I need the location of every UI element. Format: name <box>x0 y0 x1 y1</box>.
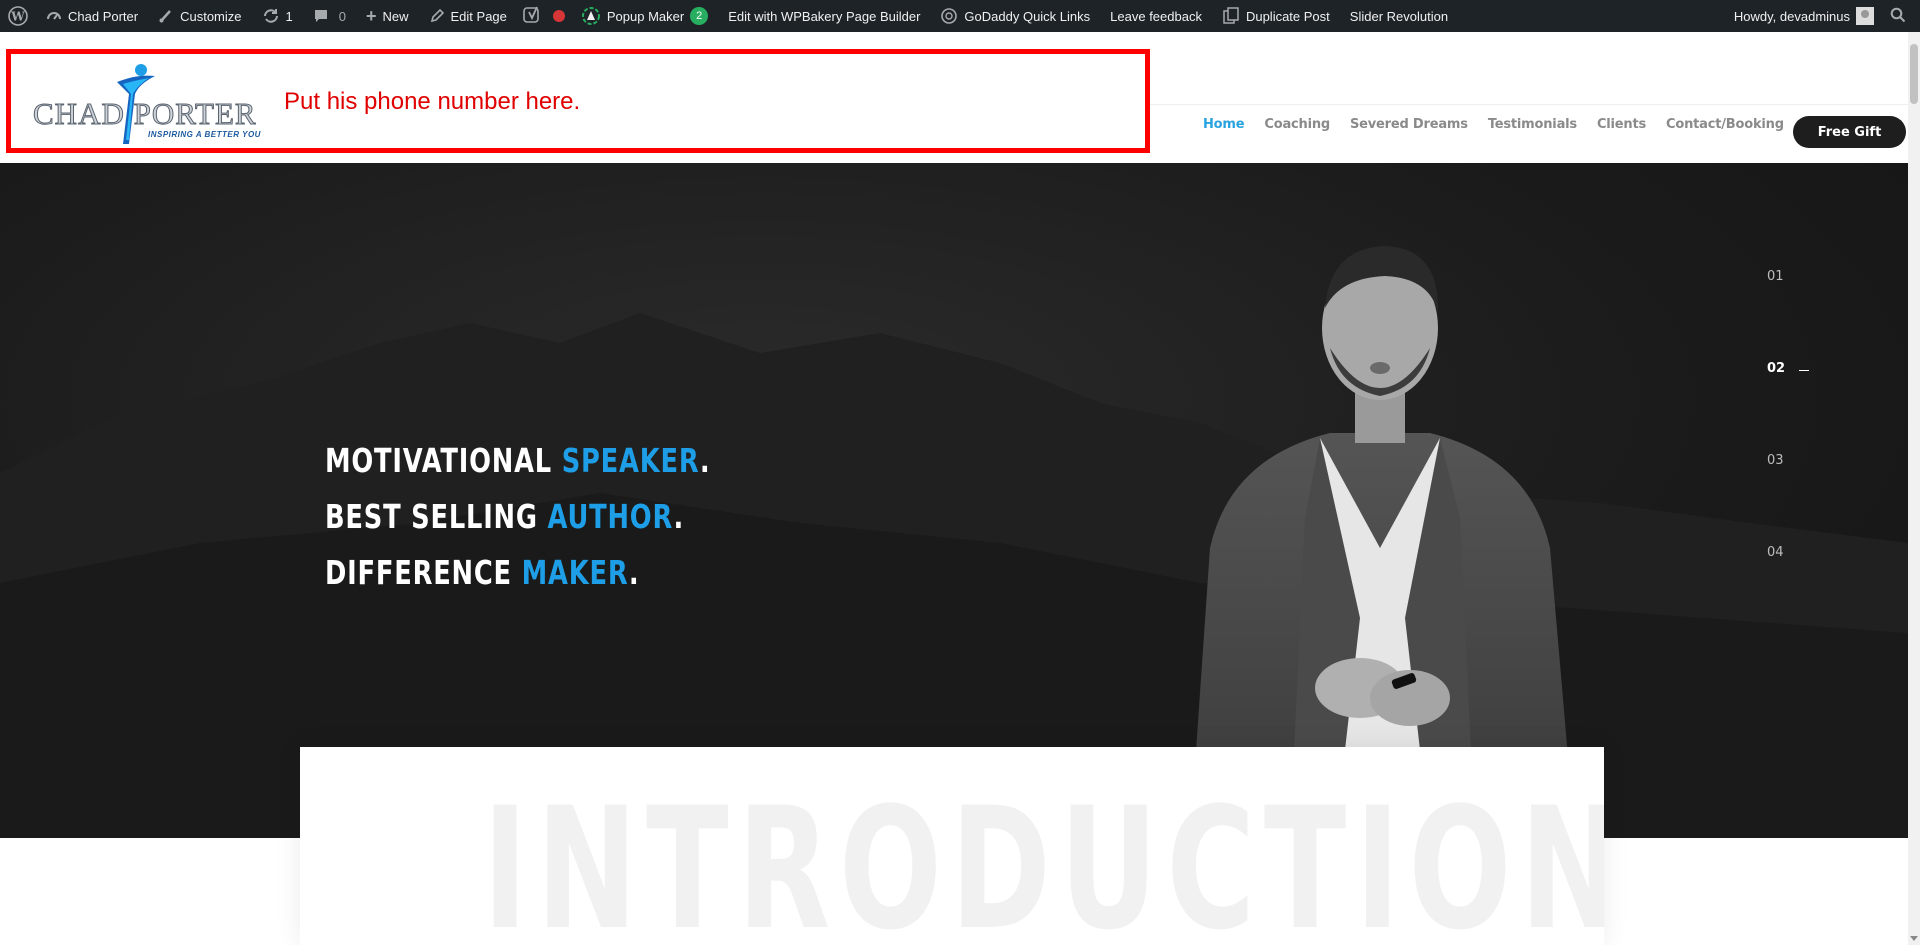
wpbakery-link[interactable]: Edit with WPBakery Page Builder <box>718 0 930 32</box>
edit-page-link[interactable]: Edit Page <box>419 0 517 32</box>
tagline-2-prefix: BEST SELLING <box>325 497 548 536</box>
tagline-1-accent: SPEAKER <box>561 441 700 480</box>
svg-text:W: W <box>10 10 25 24</box>
site-logo[interactable]: CHAD PORTER INSPIRING A BETTER YOU <box>23 60 273 150</box>
wp-admin-bar: W Chad Porter Customize 1 0 + New Edit P… <box>0 0 1920 32</box>
godaddy-menu[interactable]: GoDaddy Quick Links <box>930 0 1100 32</box>
search-icon <box>1890 7 1906 26</box>
new-content-link[interactable]: + New <box>356 0 419 32</box>
hero-tagline-2: BEST SELLING AUTHOR. <box>325 497 684 536</box>
nav-severed-dreams[interactable]: Severed Dreams <box>1350 117 1468 132</box>
slide-nav-02[interactable]: 02 <box>1767 361 1785 376</box>
site-name-menu[interactable]: Chad Porter <box>36 0 148 32</box>
godaddy-icon <box>940 7 958 25</box>
updates-count: 1 <box>285 8 293 24</box>
slide-nav-01[interactable]: 01 <box>1767 269 1784 284</box>
duplicate-icon <box>1222 7 1240 25</box>
logo-tagline: INSPIRING A BETTER YOU <box>148 130 261 139</box>
introduction-watermark: INTRODUCTION <box>482 771 1604 945</box>
tagline-2-suffix: . <box>673 497 685 536</box>
admin-search-button[interactable] <box>1884 0 1920 32</box>
yoast-menu[interactable] <box>517 0 547 32</box>
feedback-label: Leave feedback <box>1110 8 1202 24</box>
my-account-menu[interactable]: Howdy, devadminus <box>1724 0 1884 32</box>
wordpress-logo-icon[interactable]: W <box>0 0 36 32</box>
leave-feedback-link[interactable]: Leave feedback <box>1100 0 1212 32</box>
annotation-highlight-box: CHAD PORTER INSPIRING A BETTER YOU Put h… <box>6 49 1150 153</box>
yoast-icon <box>523 6 541 27</box>
hero-slider: MOTIVATIONAL SPEAKER. BEST SELLING AUTHO… <box>0 163 1908 838</box>
edit-page-label: Edit Page <box>450 8 507 24</box>
wpbakery-label: Edit with WPBakery Page Builder <box>728 8 921 24</box>
howdy-label: Howdy, devadminus <box>1733 8 1850 24</box>
tagline-1-suffix: . <box>699 441 711 480</box>
red-dot-icon <box>552 10 565 22</box>
avatar <box>1856 7 1874 25</box>
annotation-note: Put his phone number here. <box>284 88 581 115</box>
popup-maker-badge: 2 <box>690 7 709 25</box>
active-slide-indicator <box>1799 370 1809 371</box>
duplicate-post-link[interactable]: Duplicate Post <box>1212 0 1340 32</box>
status-dot[interactable] <box>547 0 571 32</box>
customize-label: Customize <box>180 8 242 24</box>
popup-maker-icon <box>581 6 601 26</box>
comments-count: 0 <box>338 8 346 24</box>
refresh-icon <box>262 8 280 24</box>
godaddy-label: GoDaddy Quick Links <box>964 8 1091 24</box>
customize-link[interactable]: Customize <box>148 0 251 32</box>
header-divider <box>1110 104 1908 105</box>
site-name-label: Chad Porter <box>68 8 139 24</box>
pencil-icon <box>429 8 445 24</box>
page-scrollbar[interactable] <box>1908 32 1920 945</box>
tagline-3-accent: MAKER <box>521 553 629 592</box>
introduction-card: INTRODUCTION <box>300 747 1604 945</box>
updates-link[interactable]: 1 <box>252 0 303 32</box>
hero-tagline-3: DIFFERENCE MAKER. <box>325 553 639 592</box>
nav-contact-booking[interactable]: Contact/Booking <box>1666 117 1784 132</box>
duplicate-label: Duplicate Post <box>1245 8 1330 24</box>
plus-icon: + <box>365 5 377 26</box>
mountain-background <box>0 313 1908 838</box>
slider-revolution-link[interactable]: Slider Revolution <box>1340 0 1458 32</box>
popup-maker-menu[interactable]: Popup Maker 2 <box>571 0 718 32</box>
comments-link[interactable]: 0 <box>303 0 356 32</box>
speaker-photo <box>1190 246 1575 838</box>
nav-testimonials[interactable]: Testimonials <box>1488 117 1577 132</box>
nav-clients[interactable]: Clients <box>1597 117 1646 132</box>
comment-icon <box>313 8 329 24</box>
popup-maker-label: Popup Maker <box>606 8 685 24</box>
new-label: New <box>382 8 409 24</box>
slider-label: Slider Revolution <box>1349 8 1449 24</box>
slide-nav-04[interactable]: 04 <box>1767 545 1784 560</box>
hero-tagline-1: MOTIVATIONAL SPEAKER. <box>325 441 710 480</box>
site-header: CHAD PORTER INSPIRING A BETTER YOU Put h… <box>0 32 1908 163</box>
admin-bar-secondary: Howdy, devadminus <box>1724 0 1920 32</box>
main-navigation: Home Coaching Severed Dreams Testimonial… <box>1203 117 1804 132</box>
slide-nav-03[interactable]: 03 <box>1767 453 1784 468</box>
nav-coaching[interactable]: Coaching <box>1264 117 1330 132</box>
dashboard-icon <box>46 8 62 24</box>
tagline-1-prefix: MOTIVATIONAL <box>325 441 562 480</box>
free-gift-button[interactable]: Free Gift <box>1793 116 1906 148</box>
tagline-3-suffix: . <box>628 553 640 592</box>
tagline-2-accent: AUTHOR <box>547 497 674 536</box>
tagline-3-prefix: DIFFERENCE <box>325 553 522 592</box>
scrollbar-thumb[interactable] <box>1910 44 1918 104</box>
scroll-down-arrow-icon[interactable] <box>1910 936 1918 941</box>
brush-icon <box>158 8 174 24</box>
nav-home[interactable]: Home <box>1203 117 1245 132</box>
